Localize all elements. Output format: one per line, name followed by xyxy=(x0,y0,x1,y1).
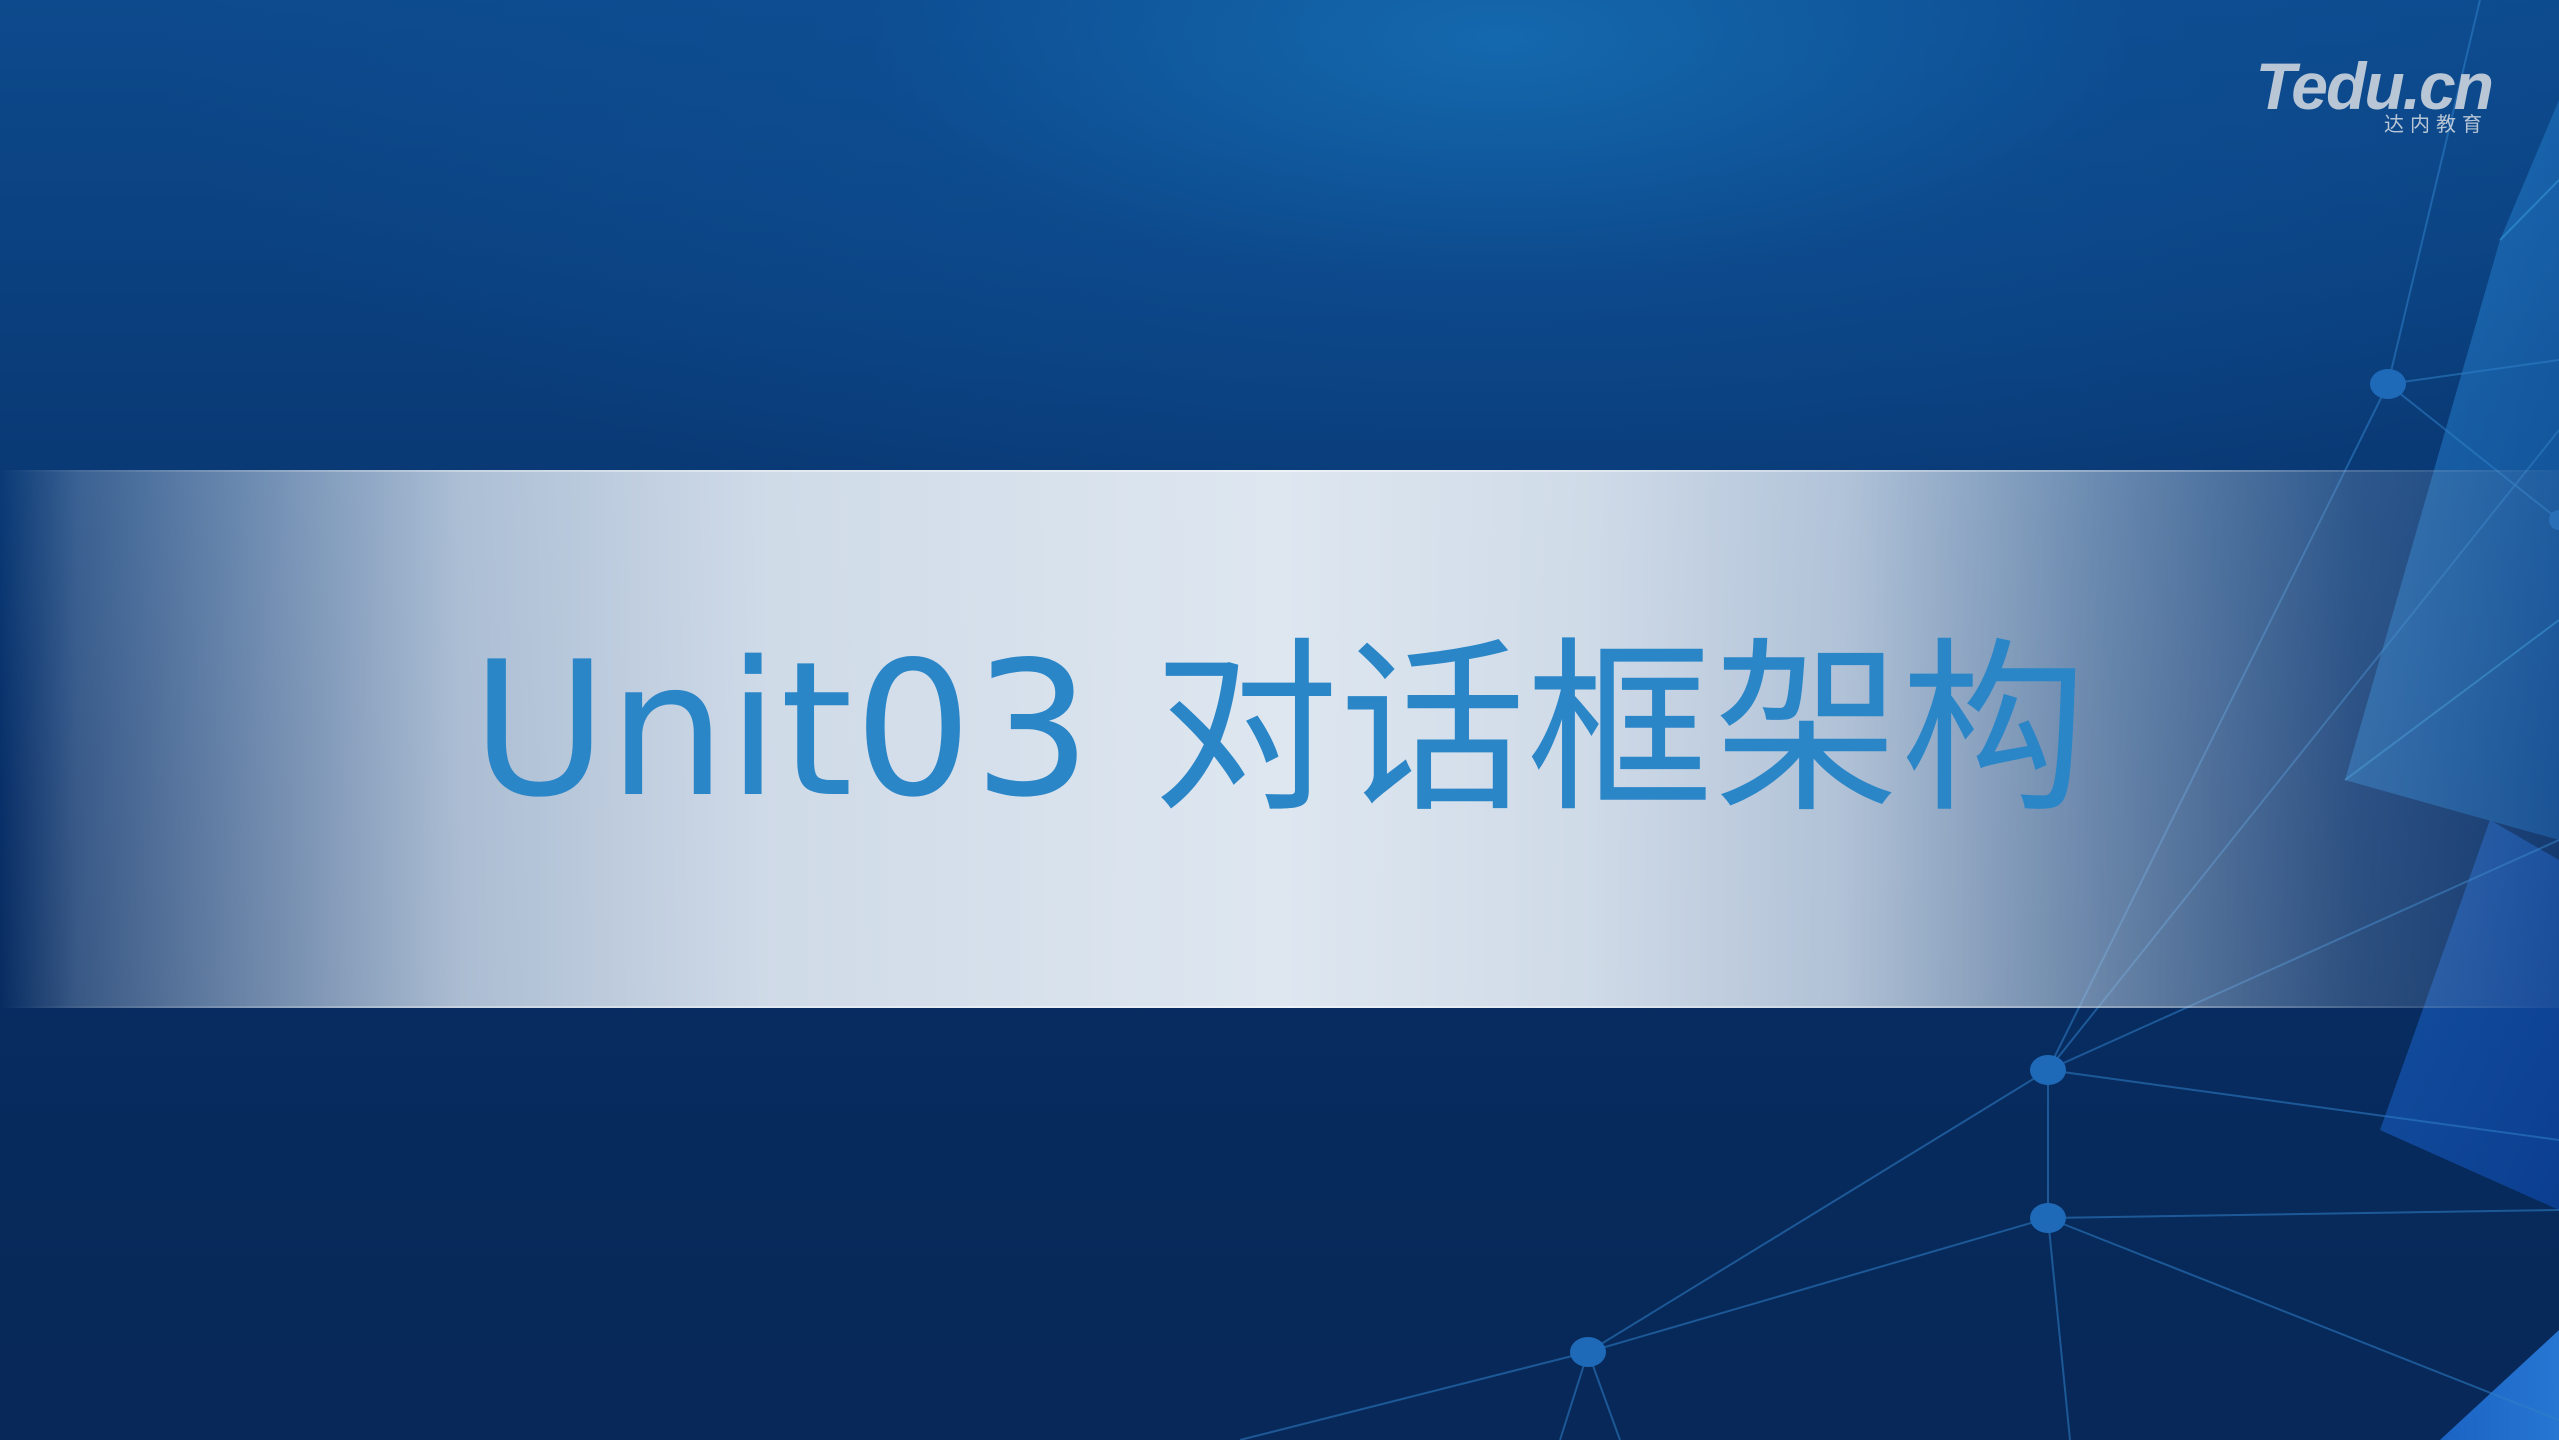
slide-title: Unit03 对话框架构 xyxy=(471,621,2088,838)
band-top-edge xyxy=(0,470,2559,472)
band-bottom-edge xyxy=(0,1006,2559,1008)
title-slide: Unit03 对话框架构 Tedu.cn 达内教育 xyxy=(0,0,2559,1440)
logo-sub-text: 达内教育 xyxy=(2384,112,2488,136)
network-node xyxy=(2030,1203,2066,1233)
network-node xyxy=(2030,1055,2066,1085)
tedu-logo: Tedu.cn 达内教育 xyxy=(2232,50,2494,140)
facet-shape xyxy=(2440,1330,2559,1440)
network-node xyxy=(1570,1337,1606,1367)
network-node xyxy=(2370,369,2406,399)
